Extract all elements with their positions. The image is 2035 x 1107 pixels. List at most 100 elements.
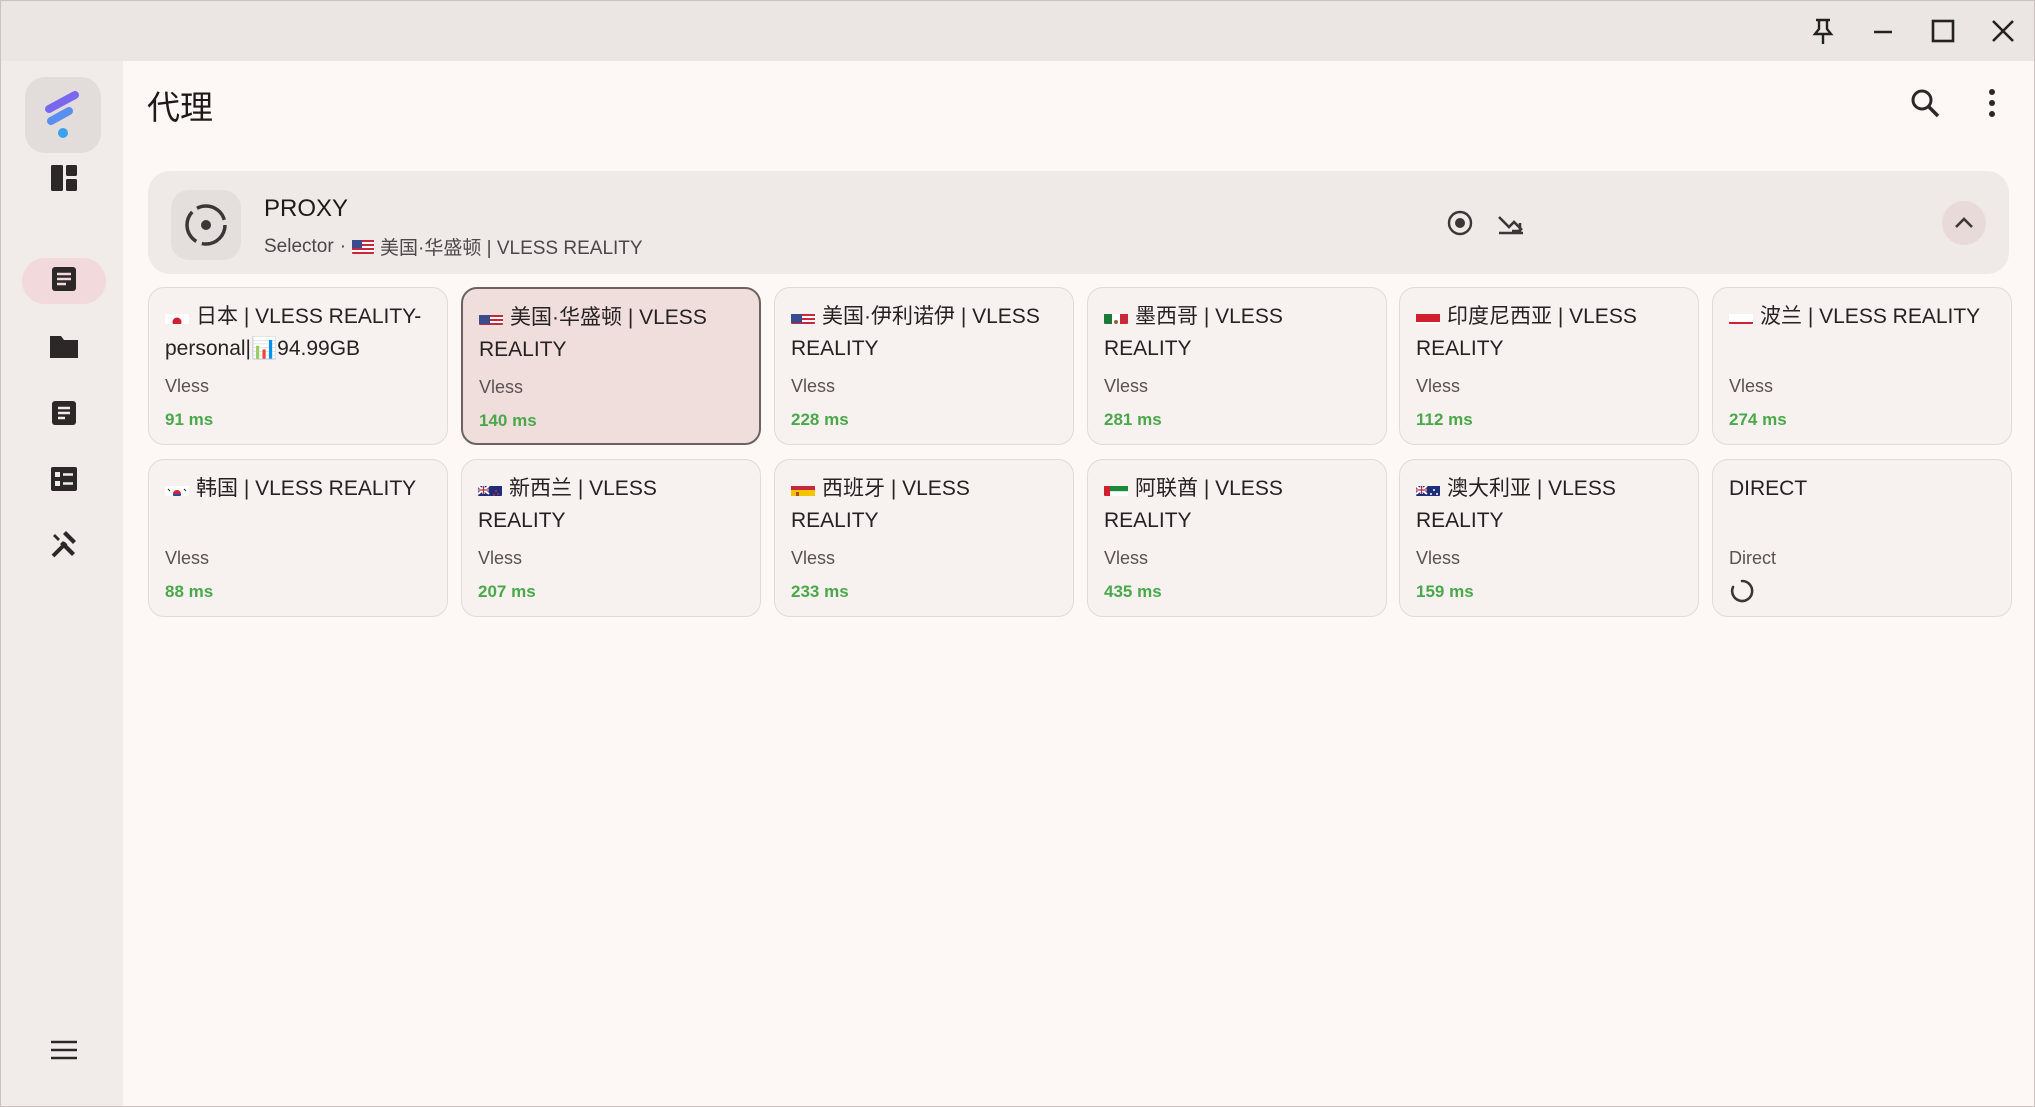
proxy-delay: 228 ms — [791, 410, 849, 429]
loading-spinner-icon — [1729, 578, 1755, 604]
uae-flag-icon — [1104, 480, 1128, 496]
proxy-card[interactable]: 澳大利亚 | VLESS REALITY Vless 159 ms — [1399, 459, 1699, 617]
proxy-type: Vless — [165, 376, 210, 396]
proxy-card[interactable]: 美国·华盛顿 | VLESS REALITY Vless 140 ms — [461, 287, 761, 445]
proxy-name-text: 波兰 | VLESS REALITY — [1760, 305, 1981, 328]
title-bar — [1, 1, 2034, 61]
proxy-delay: 435 ms — [1104, 582, 1162, 601]
tools-icon — [49, 530, 79, 565]
maximize-icon[interactable] — [1913, 1, 1973, 61]
nav-tools[interactable] — [22, 524, 106, 570]
nav-requests[interactable] — [22, 392, 106, 438]
proxy-type: Vless — [478, 548, 523, 568]
app-window: 代理 PROXY Selector · 美国·华盛顿 | VLESS REALI… — [0, 0, 2035, 1107]
proxy-type: Vless — [479, 377, 524, 397]
profiles-icon — [48, 332, 80, 365]
proxy-card[interactable]: DIRECT Direct — [1712, 459, 2012, 617]
proxy-type: Vless — [1416, 376, 1461, 396]
nav-proxies[interactable] — [22, 258, 106, 304]
nav-profiles[interactable] — [22, 325, 106, 371]
proxy-name: 澳大利亚 | VLESS REALITY — [1416, 473, 1688, 537]
proxy-type: Vless — [1104, 376, 1149, 396]
menu-button[interactable] — [22, 1029, 106, 1075]
proxy-type: Vless — [791, 376, 836, 396]
us-flag-icon — [352, 239, 375, 254]
proxy-card[interactable]: 波兰 | VLESS REALITY Vless 274 ms — [1712, 287, 2012, 445]
proxy-delay: 88 ms — [165, 582, 214, 601]
resources-icon — [49, 465, 79, 498]
proxy-card[interactable]: 阿联酋 | VLESS REALITY Vless 435 ms — [1087, 459, 1387, 617]
proxy-name: 日本 | VLESS REALITY-personal|📊94.99GB — [165, 301, 437, 365]
search-icon[interactable] — [1901, 79, 1949, 127]
proxy-group-card[interactable]: PROXY Selector · 美国·华盛顿 | VLESS REALITY — [148, 171, 2009, 274]
collapse-icon[interactable] — [1942, 201, 1986, 245]
proxy-name: 韩国 | VLESS REALITY — [165, 473, 437, 505]
pin-icon[interactable] — [1793, 1, 1853, 61]
proxy-type: Vless — [1416, 548, 1461, 568]
group-name: PROXY — [264, 195, 349, 222]
proxy-type: Vless — [1104, 548, 1149, 568]
proxy-delay: 281 ms — [1104, 410, 1162, 429]
proxy-type: Vless — [1729, 376, 1774, 396]
us-flag-icon — [791, 308, 815, 324]
proxy-card[interactable]: 美国·伊利诺伊 | VLESS REALITY Vless 228 ms — [774, 287, 1074, 445]
proxy-name-text: 墨西哥 | VLESS REALITY — [1104, 305, 1283, 360]
proxy-name: 美国·华盛顿 | VLESS REALITY — [479, 302, 749, 366]
group-current-proxy: 美国·华盛顿 | VLESS REALITY — [380, 238, 643, 259]
proxy-name-text: 新西兰 | VLESS REALITY — [478, 477, 657, 532]
test-delay-icon[interactable] — [1489, 201, 1533, 245]
dashboard-icon — [49, 163, 79, 198]
proxy-delay: 159 ms — [1416, 582, 1474, 601]
poland-flag-icon — [1729, 308, 1753, 324]
page-title: 代理 — [147, 89, 213, 126]
proxy-type: Vless — [791, 548, 836, 568]
proxy-delay: 112 ms — [1416, 410, 1473, 429]
group-subtitle: Selector · 美国·华盛顿 | VLESS REALITY — [264, 233, 643, 260]
requests-icon — [50, 399, 78, 432]
mexico-flag-icon — [1104, 308, 1128, 324]
group-separator: · — [339, 235, 347, 257]
nav-resources[interactable] — [22, 458, 106, 504]
proxies-icon — [50, 265, 78, 298]
proxy-name-text: 阿联酋 | VLESS REALITY — [1104, 477, 1283, 532]
locate-icon[interactable] — [1438, 201, 1482, 245]
more-vert-icon[interactable] — [1968, 79, 2016, 127]
proxy-name: 阿联酋 | VLESS REALITY — [1104, 473, 1376, 537]
proxy-name-text: 美国·伊利诺伊 | VLESS REALITY — [791, 305, 1040, 360]
proxy-card[interactable]: 西班牙 | VLESS REALITY Vless 233 ms — [774, 459, 1074, 617]
proxy-name-text: 美国·华盛顿 | VLESS REALITY — [479, 306, 707, 361]
proxy-name-text: 日本 | VLESS REALITY-personal|📊94.99GB — [165, 305, 422, 360]
proxy-name-text: 印度尼西亚 | VLESS REALITY — [1416, 305, 1637, 360]
new-zealand-flag-icon — [478, 480, 502, 496]
proxy-name: 印度尼西亚 | VLESS REALITY — [1416, 301, 1688, 365]
app-logo — [25, 77, 101, 153]
japan-flag-icon — [165, 308, 189, 324]
proxy-card[interactable]: 墨西哥 | VLESS REALITY Vless 281 ms — [1087, 287, 1387, 445]
proxy-type: Vless — [165, 548, 210, 568]
proxy-name: 西班牙 | VLESS REALITY — [791, 473, 1063, 537]
group-selector-icon — [171, 190, 241, 260]
proxy-card[interactable]: 印度尼西亚 | VLESS REALITY Vless 112 ms — [1399, 287, 1699, 445]
proxy-name-text: DIRECT — [1729, 477, 1808, 500]
australia-flag-icon — [1416, 480, 1440, 496]
proxy-name-text: 西班牙 | VLESS REALITY — [791, 477, 970, 532]
proxy-name: DIRECT — [1729, 473, 2001, 505]
proxy-card[interactable]: 韩国 | VLESS REALITY Vless 88 ms — [148, 459, 448, 617]
proxy-name-text: 澳大利亚 | VLESS REALITY — [1416, 477, 1616, 532]
spain-flag-icon — [791, 480, 815, 496]
proxy-type: Direct — [1729, 548, 1777, 568]
close-icon[interactable] — [1973, 1, 2033, 61]
proxy-delay: 140 ms — [479, 411, 537, 430]
nav-dashboard[interactable] — [22, 157, 106, 203]
proxy-name: 波兰 | VLESS REALITY — [1729, 301, 2001, 333]
proxy-delay: 274 ms — [1729, 410, 1787, 429]
proxy-card[interactable]: 日本 | VLESS REALITY-personal|📊94.99GB Vles… — [148, 287, 448, 445]
proxy-name-text: 韩国 | VLESS REALITY — [196, 477, 417, 500]
proxy-name: 墨西哥 | VLESS REALITY — [1104, 301, 1376, 365]
proxy-name: 美国·伊利诺伊 | VLESS REALITY — [791, 301, 1063, 365]
proxy-delay: 207 ms — [478, 582, 536, 601]
group-type: Selector — [264, 235, 334, 257]
proxy-card[interactable]: 新西兰 | VLESS REALITY Vless 207 ms — [461, 459, 761, 617]
proxy-delay: 91 ms — [165, 410, 214, 429]
minimize-icon[interactable] — [1853, 1, 1913, 61]
